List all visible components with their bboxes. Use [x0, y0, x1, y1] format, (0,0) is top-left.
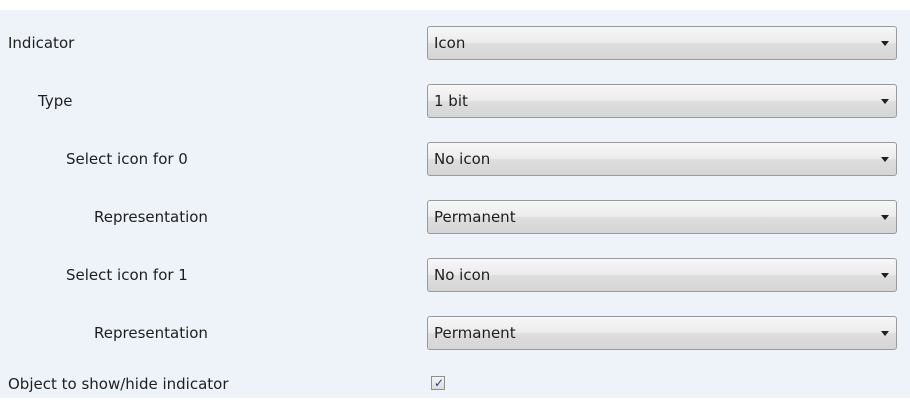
chevron-down-icon — [881, 157, 889, 162]
select-icon-1-label: Select icon for 1 — [66, 266, 188, 284]
representation-1-dropdown[interactable]: Permanent — [427, 316, 897, 350]
chevron-down-icon — [881, 215, 889, 220]
chevron-down-icon — [881, 273, 889, 278]
type-row: Type 1 bit — [0, 84, 910, 118]
representation-1-value: Permanent — [434, 324, 516, 342]
select-icon-1-value: No icon — [434, 266, 491, 284]
type-label: Type — [38, 92, 73, 110]
indicator-label: Indicator — [8, 34, 75, 52]
object-show-hide-row: Object to show/hide indicator ✓ — [0, 367, 910, 401]
parameter-panel: Indicator Icon Type 1 bit Select icon fo… — [0, 10, 910, 398]
select-icon-1-row: Select icon for 1 No icon — [0, 258, 910, 292]
select-icon-1-dropdown[interactable]: No icon — [427, 258, 897, 292]
chevron-down-icon — [881, 331, 889, 336]
representation-0-label: Representation — [94, 208, 208, 226]
representation-0-row: Representation Permanent — [0, 200, 910, 234]
checkmark-icon: ✓ — [433, 376, 445, 390]
indicator-dropdown[interactable]: Icon — [427, 26, 897, 60]
type-dropdown[interactable]: 1 bit — [427, 84, 897, 118]
select-icon-0-label: Select icon for 0 — [66, 150, 188, 168]
chevron-down-icon — [881, 41, 889, 46]
representation-0-dropdown[interactable]: Permanent — [427, 200, 897, 234]
representation-1-row: Representation Permanent — [0, 316, 910, 350]
indicator-row: Indicator Icon — [0, 26, 910, 60]
object-show-hide-checkbox[interactable]: ✓ — [431, 376, 445, 390]
representation-0-value: Permanent — [434, 208, 516, 226]
indicator-value: Icon — [434, 34, 466, 52]
select-icon-0-value: No icon — [434, 150, 491, 168]
select-icon-0-dropdown[interactable]: No icon — [427, 142, 897, 176]
object-show-hide-label: Object to show/hide indicator — [8, 375, 229, 393]
select-icon-0-row: Select icon for 0 No icon — [0, 142, 910, 176]
chevron-down-icon — [881, 99, 889, 104]
type-value: 1 bit — [434, 92, 468, 110]
representation-1-label: Representation — [94, 324, 208, 342]
